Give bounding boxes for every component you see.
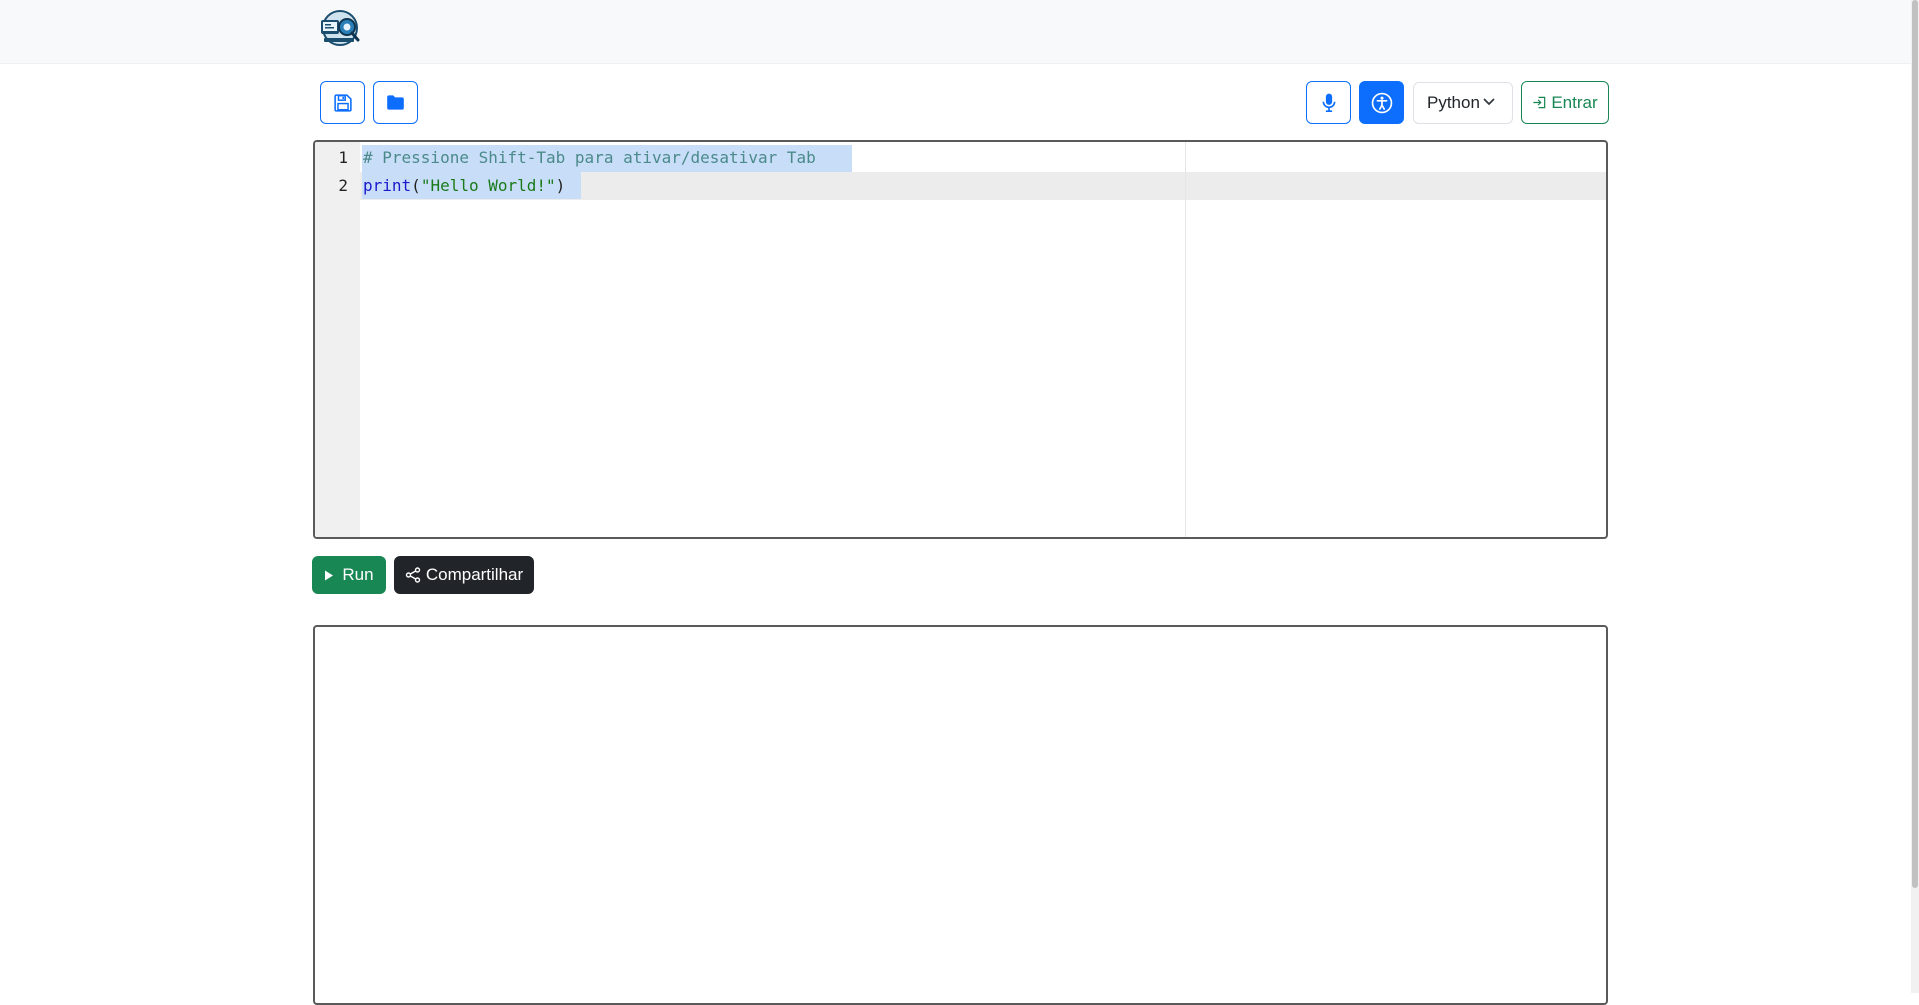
- accessibility-button[interactable]: [1359, 81, 1404, 124]
- floppy-disk-icon: [333, 93, 352, 112]
- open-folder-button[interactable]: [373, 81, 418, 124]
- top-navbar: [0, 0, 1915, 64]
- microphone-icon: [1322, 93, 1335, 112]
- line-number: 2: [338, 176, 348, 195]
- code-editor[interactable]: 1 2 # Pressione Shift-Tab para ativar/de…: [313, 140, 1608, 539]
- code-string: "Hello World!": [420, 176, 556, 195]
- editor-gutter: 1 2: [315, 142, 360, 537]
- page-scrollbar[interactable]: [1911, 0, 1919, 993]
- login-label: Entrar: [1551, 92, 1598, 112]
- language-select-value: Python: [1427, 93, 1480, 112]
- line-number: 1: [338, 148, 348, 167]
- code-punctuation: ): [555, 176, 566, 195]
- code-line-1[interactable]: # Pressione Shift-Tab para ativar/desati…: [363, 148, 816, 167]
- run-button[interactable]: Run: [312, 556, 386, 594]
- app-logo-icon[interactable]: [316, 8, 362, 48]
- login-icon: [1533, 96, 1546, 109]
- accessibility-icon: [1371, 92, 1392, 113]
- save-button[interactable]: [320, 81, 365, 124]
- folder-icon: [387, 95, 404, 110]
- play-icon: [325, 570, 334, 580]
- voice-input-button[interactable]: [1306, 81, 1351, 124]
- print-margin: [1185, 142, 1186, 537]
- chevron-down-icon: [1483, 98, 1495, 105]
- share-label: Compartilhar: [425, 565, 524, 584]
- code-keyword: print: [363, 176, 412, 195]
- code-comment: # Pressione Shift-Tab para ativar/desati…: [363, 148, 816, 167]
- code-punctuation: (: [411, 176, 421, 195]
- scrollbar-thumb[interactable]: [1912, 0, 1918, 888]
- language-select[interactable]: Python: [1413, 82, 1513, 124]
- code-line-2[interactable]: print("Hello World!"): [363, 176, 565, 195]
- run-label: Run: [342, 565, 374, 584]
- share-icon: [405, 567, 421, 583]
- share-button[interactable]: Compartilhar: [394, 556, 534, 594]
- login-button[interactable]: Entrar: [1521, 81, 1609, 124]
- output-console[interactable]: [313, 625, 1608, 1005]
